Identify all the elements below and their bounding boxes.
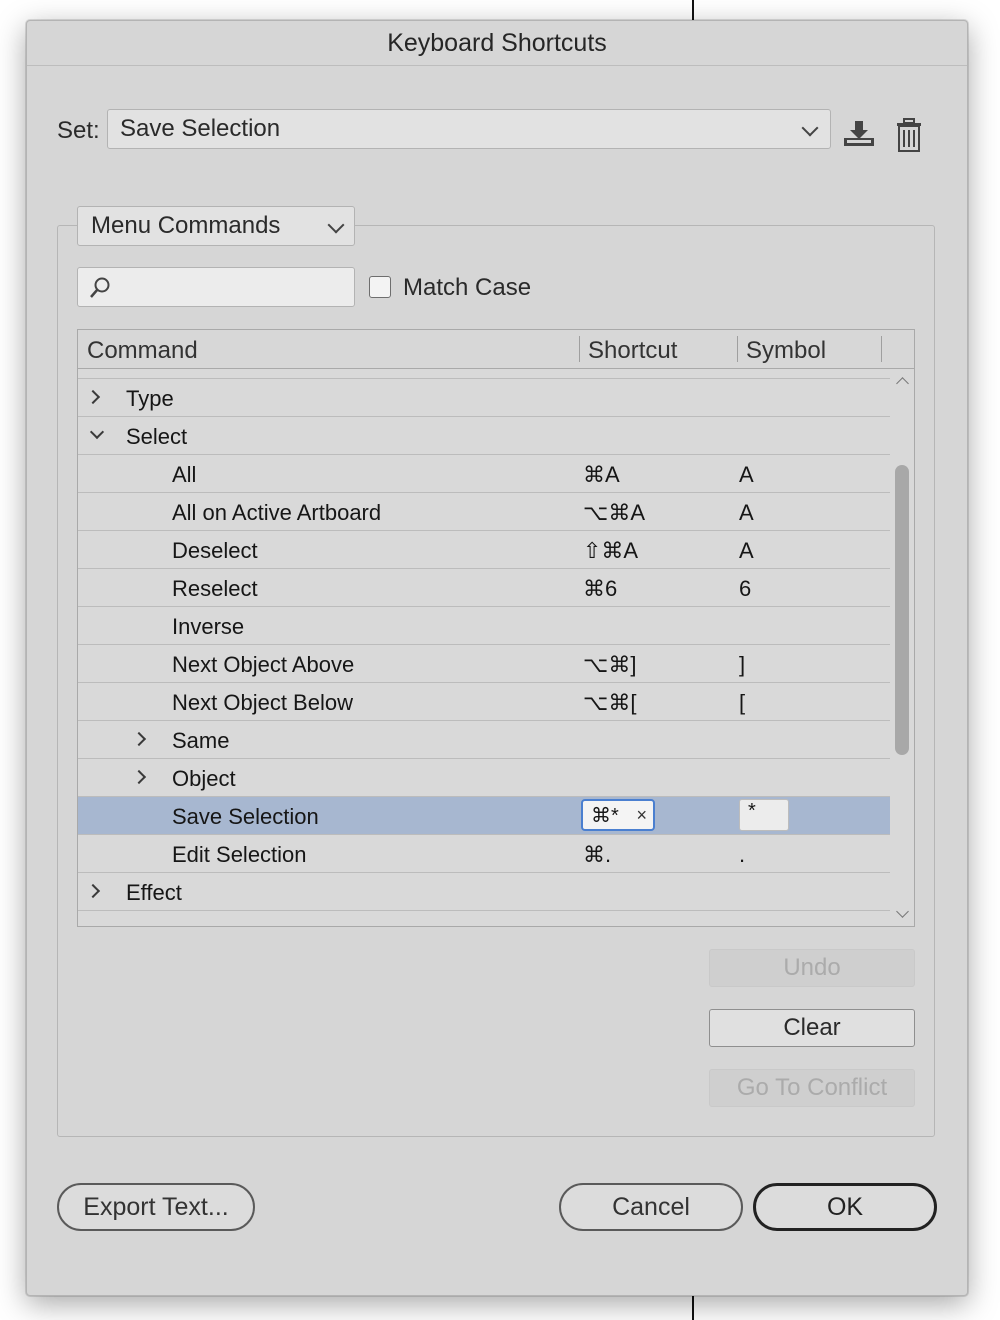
command-name: Type: [126, 386, 174, 411]
table-row-selected[interactable]: Save Selection ⌘* × *: [78, 797, 890, 835]
clear-shortcut-icon[interactable]: ×: [636, 805, 647, 826]
save-set-button[interactable]: [839, 117, 879, 151]
shortcut-value[interactable]: ⇧⌘A: [583, 538, 638, 564]
background-line-top: [692, 0, 694, 20]
table-body: Type Select All ⌘A A All on Active Artbo…: [78, 369, 890, 926]
table-row[interactable]: All on Active Artboard ⌥⌘A A: [78, 493, 890, 531]
scroll-down-icon[interactable]: [896, 905, 909, 918]
symbol-value[interactable]: A: [739, 500, 754, 526]
table-row[interactable]: Same: [78, 721, 890, 759]
symbol-value[interactable]: .: [739, 842, 745, 868]
command-name: Reselect: [172, 576, 258, 601]
table-row[interactable]: Next Object Below ⌥⌘[ [: [78, 683, 890, 721]
chevron-down-icon: [801, 119, 819, 137]
table-row[interactable]: Select: [78, 417, 890, 455]
scroll-up-icon[interactable]: [896, 377, 909, 390]
command-name: Object: [172, 766, 236, 791]
shortcut-value[interactable]: ⌘6: [583, 576, 617, 602]
column-header-command[interactable]: Command: [87, 337, 198, 365]
shortcut-value[interactable]: ⌥⌘A: [583, 500, 645, 526]
command-name: Next Object Below: [172, 690, 353, 715]
symbol-value[interactable]: A: [739, 538, 754, 564]
category-dropdown-value: Menu Commands: [91, 212, 281, 239]
symbol-value[interactable]: 6: [739, 576, 751, 602]
command-name: All: [172, 462, 197, 487]
chevron-down-icon: [327, 216, 345, 234]
symbol-value[interactable]: ]: [739, 652, 745, 678]
undo-button[interactable]: Undo: [709, 949, 915, 987]
command-name: Inverse: [172, 614, 245, 639]
command-name: Select: [126, 424, 188, 449]
chevron-right-icon[interactable]: [85, 389, 101, 405]
export-text-button[interactable]: Export Text...: [57, 1183, 255, 1231]
cancel-button[interactable]: Cancel: [559, 1183, 743, 1231]
clear-button[interactable]: Clear: [709, 1009, 915, 1047]
set-dropdown-value: Save Selection: [120, 115, 281, 142]
command-name: Next Object Above: [172, 652, 355, 677]
symbol-value[interactable]: A: [739, 462, 754, 488]
table-row[interactable]: Reselect ⌘6 6: [78, 569, 890, 607]
category-dropdown[interactable]: Menu Commands: [77, 206, 355, 246]
command-name: Effect: [126, 880, 182, 905]
shortcut-value[interactable]: ⌘.: [583, 842, 611, 868]
table-row[interactable]: Type: [78, 379, 890, 417]
trash-icon: [897, 118, 921, 152]
search-input[interactable]: [118, 272, 350, 304]
command-name: Edit Selection: [172, 842, 307, 867]
command-name: Save Selection: [172, 804, 319, 829]
background-line-bottom: [692, 1294, 694, 1320]
shortcut-edit-value: ⌘*: [591, 804, 619, 827]
column-header-symbol[interactable]: Symbol: [746, 337, 826, 365]
dialog-title: Keyboard Shortcuts: [27, 21, 967, 66]
table-row[interactable]: Deselect ⇧⌘A A: [78, 531, 890, 569]
chevron-right-icon[interactable]: [85, 883, 101, 899]
download-icon: [844, 121, 874, 146]
chevron-right-icon[interactable]: [131, 731, 147, 747]
search-field[interactable]: [77, 267, 355, 307]
table-row-partial-bottom: [78, 911, 890, 926]
set-label: Set:: [57, 117, 100, 144]
ok-button[interactable]: OK: [753, 1183, 937, 1231]
go-to-conflict-button[interactable]: Go To Conflict: [709, 1069, 915, 1107]
shortcut-value[interactable]: ⌥⌘[: [583, 690, 636, 716]
symbol-value[interactable]: [: [739, 690, 745, 716]
command-name: Same: [172, 728, 230, 753]
command-name: Deselect: [172, 538, 258, 563]
table-header: Command Shortcut Symbol: [78, 330, 914, 369]
shortcut-value[interactable]: ⌥⌘]: [583, 652, 636, 678]
table-row[interactable]: Object: [78, 759, 890, 797]
table-row[interactable]: Next Object Above ⌥⌘] ]: [78, 645, 890, 683]
scrollbar-thumb[interactable]: [895, 465, 909, 755]
chevron-right-icon[interactable]: [131, 769, 147, 785]
table-scrollbar[interactable]: [890, 369, 914, 926]
shortcut-value[interactable]: ⌘A: [583, 462, 620, 488]
shortcut-edit-field[interactable]: ⌘* ×: [581, 799, 655, 831]
match-case-label: Match Case: [403, 274, 532, 301]
search-icon: [90, 277, 110, 298]
table-row-partial-top: [78, 369, 890, 379]
column-divider[interactable]: [579, 336, 580, 362]
chevron-down-icon[interactable]: [89, 424, 105, 440]
column-divider[interactable]: [881, 336, 882, 362]
table-row[interactable]: Effect: [78, 873, 890, 911]
table-row[interactable]: Edit Selection ⌘. .: [78, 835, 890, 873]
set-dropdown[interactable]: Save Selection: [107, 109, 831, 149]
column-header-shortcut[interactable]: Shortcut: [588, 337, 677, 365]
command-name: All on Active Artboard: [172, 500, 382, 525]
symbol-edit-field[interactable]: *: [739, 799, 789, 831]
delete-set-button[interactable]: [891, 115, 927, 155]
symbol-edit-value: *: [748, 800, 756, 822]
shortcuts-table: Command Shortcut Symbol Type Select All …: [77, 329, 915, 927]
match-case-checkbox[interactable]: [369, 276, 391, 298]
table-row[interactable]: Inverse: [78, 607, 890, 645]
table-row[interactable]: All ⌘A A: [78, 455, 890, 493]
column-divider[interactable]: [737, 336, 738, 362]
keyboard-shortcuts-dialog: Keyboard Shortcuts Set: Save Selection M…: [26, 20, 968, 1296]
